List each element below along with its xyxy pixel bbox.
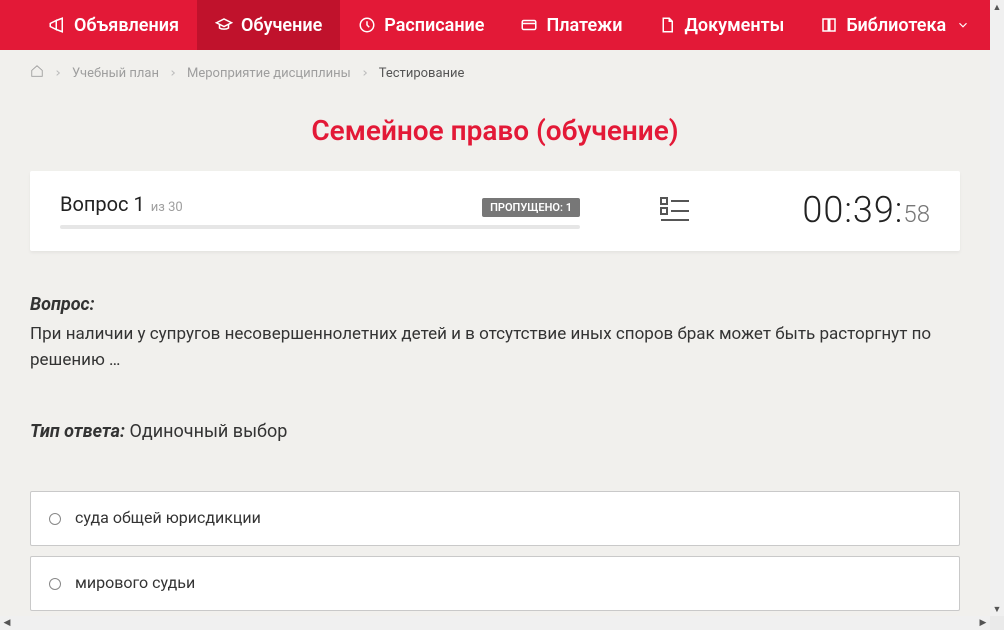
breadcrumb-link[interactable]: Мероприятие дисциплины: [187, 66, 351, 81]
question-list-button[interactable]: [660, 196, 690, 224]
chevron-down-icon: [954, 16, 972, 34]
progress-bar: [60, 225, 580, 229]
answer-option[interactable]: суда общей юрисдикции: [30, 491, 960, 546]
timer-seconds: 58: [903, 200, 930, 228]
chevron-right-icon: [54, 66, 62, 81]
card-icon: [520, 16, 538, 34]
answer-text: мирового судьи: [75, 571, 195, 596]
clock-icon: [358, 16, 376, 34]
answer-type-label: Тип ответа:: [30, 421, 125, 442]
nav-label: Объявления: [74, 15, 179, 36]
nav-item-announcements[interactable]: Объявления: [30, 0, 197, 50]
answer-option[interactable]: мирового судьи: [30, 556, 960, 611]
question-title-label: Вопрос:: [30, 291, 960, 319]
breadcrumb: Учебный план Мероприятие дисциплины Тест…: [0, 50, 990, 88]
main-nav: Объявления Обучение Расписание Платежи Д…: [0, 0, 990, 50]
graduation-cap-icon: [215, 16, 233, 34]
nav-item-library[interactable]: Библиотека: [802, 0, 990, 50]
nav-label: Документы: [684, 15, 784, 36]
breadcrumb-link[interactable]: Учебный план: [72, 66, 159, 81]
breadcrumb-current: Тестирование: [379, 66, 465, 81]
radio-icon: [49, 578, 61, 590]
scroll-right-icon[interactable]: ▶: [976, 616, 990, 630]
chevron-right-icon: [361, 66, 369, 81]
timer-main: 00:39:: [802, 189, 903, 231]
question-body: Вопрос: При наличии у супругов несоверше…: [0, 251, 990, 616]
page-title: Семейное право (обучение): [0, 88, 990, 171]
skipped-badge: ПРОПУЩЕНО: 1: [482, 198, 580, 217]
home-icon[interactable]: [30, 64, 44, 82]
progress-area: Вопрос 1 из 30 ПРОПУЩЕНО: 1: [60, 192, 580, 229]
radio-icon: [49, 513, 61, 525]
question-of: из 30: [151, 200, 183, 215]
nav-item-education[interactable]: Обучение: [197, 0, 340, 50]
nav-item-schedule[interactable]: Расписание: [340, 0, 502, 50]
answer-type-row: Тип ответа: Одиночный выбор: [30, 418, 960, 446]
scroll-corner: [990, 616, 1004, 630]
question-number-label: Вопрос 1: [60, 192, 145, 216]
scroll-left-icon[interactable]: ◀: [0, 616, 14, 630]
nav-label: Обучение: [241, 15, 322, 36]
scroll-down-icon[interactable]: ▼: [990, 602, 1004, 616]
status-card: Вопрос 1 из 30 ПРОПУЩЕНО: 1 00:39:58: [30, 171, 960, 251]
chevron-right-icon: [169, 66, 177, 81]
document-icon: [658, 16, 676, 34]
question-text: При наличии у супругов несовершеннолетни…: [30, 321, 960, 374]
horizontal-scrollbar[interactable]: ◀ ▶: [0, 616, 990, 630]
nav-label: Платежи: [546, 15, 622, 36]
nav-item-documents[interactable]: Документы: [640, 0, 802, 50]
answer-list: суда общей юрисдикции мирового судьи: [30, 491, 960, 616]
timer: 00:39:58: [802, 189, 930, 231]
vertical-scrollbar[interactable]: ▲ ▼: [990, 0, 1004, 616]
answer-type-value: Одиночный выбор: [125, 421, 287, 442]
scroll-up-icon[interactable]: ▲: [990, 0, 1004, 14]
nav-label: Расписание: [384, 15, 484, 36]
answer-text: суда общей юрисдикции: [75, 506, 261, 531]
nav-item-payments[interactable]: Платежи: [502, 0, 640, 50]
megaphone-icon: [48, 16, 66, 34]
nav-label: Библиотека: [846, 15, 946, 36]
book-icon: [820, 16, 838, 34]
